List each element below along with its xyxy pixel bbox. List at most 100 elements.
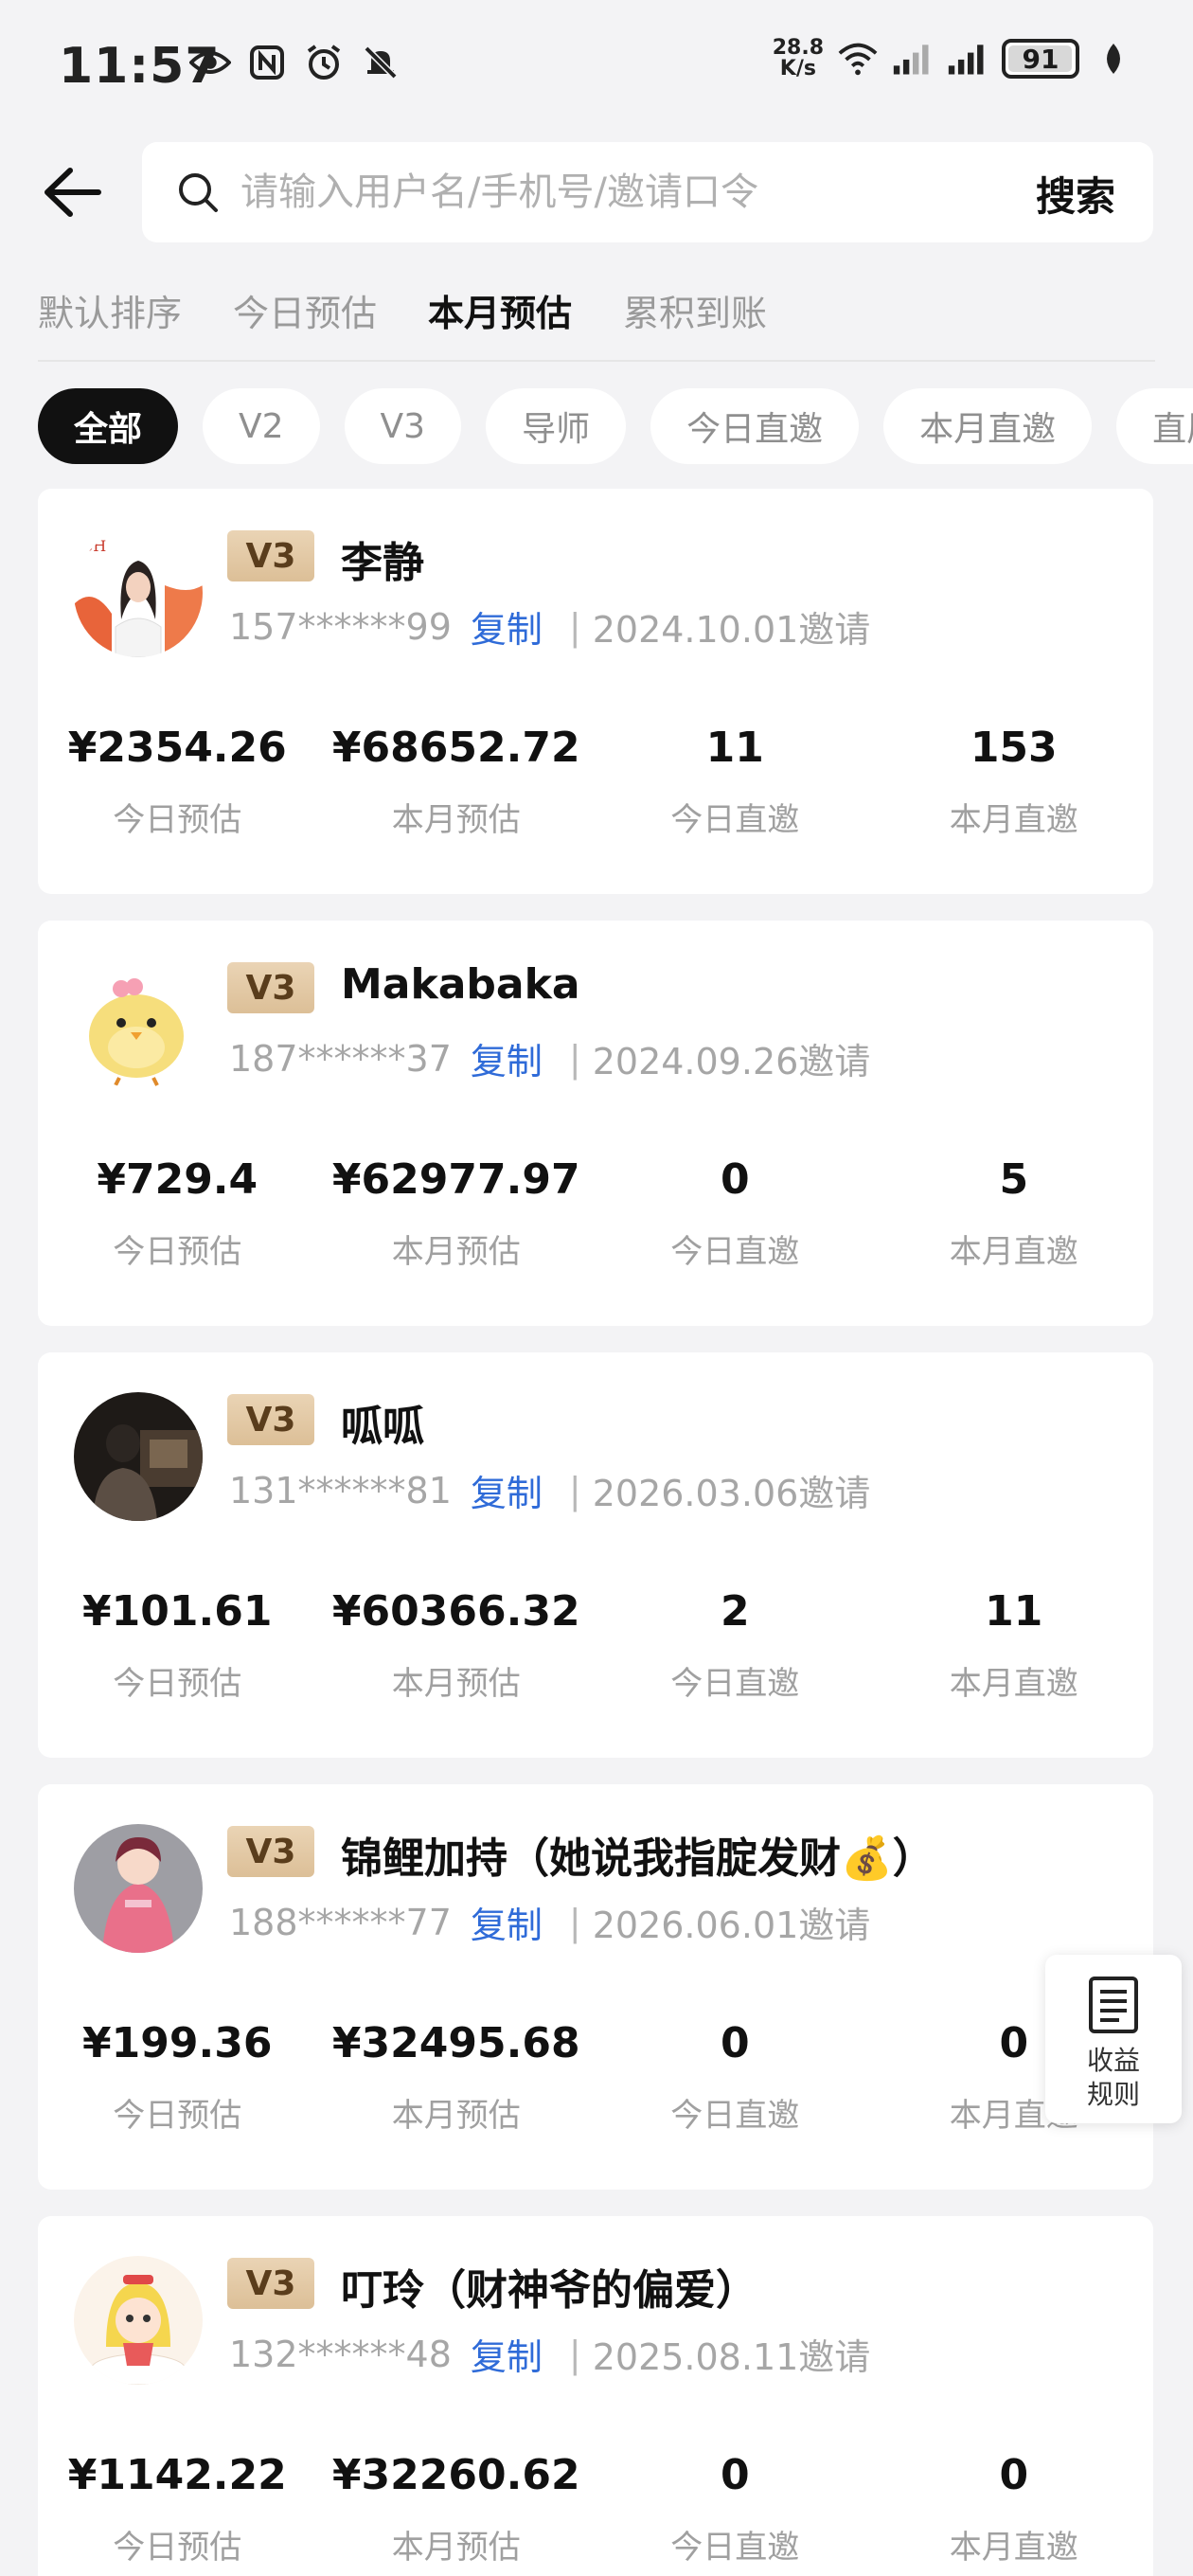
sort-tab-cumulative[interactable]: 累积到账 [623,284,767,341]
user-phone: 188******77 [229,1901,452,1943]
stat-today-estimate: ¥1142.22 今日预估 [38,2451,317,2567]
stat-label: 本月直邀 [949,1233,1078,1271]
chip-all[interactable]: 全部 [38,388,179,464]
stat-label: 今日直邀 [670,2097,800,2135]
user-name: 叮玲（财神爷的偏爱） [341,2266,757,2315]
user-phone: 187******37 [229,1037,452,1080]
stat-label: 今日预估 [113,801,242,839]
stat-label: 本月预估 [391,2097,521,2135]
sort-tab-month-estimate[interactable]: 本月预估 [428,284,572,341]
income-rules-label: 收益规则 [1086,2045,1140,2110]
search-button[interactable]: 搜索 [1036,165,1115,223]
chip-mentor[interactable]: 导师 [486,388,627,464]
stat-value: 11 [705,724,764,772]
status-icons-left [189,42,401,83]
avatar [74,1392,203,1521]
level-badge: V3 [227,2258,314,2309]
stat-today-invites: 0 今日直邀 [596,2451,875,2567]
stat-value: 0 [720,1155,750,1204]
copy-link[interactable]: 复制 [471,2328,543,2380]
stat-value: ¥32495.68 [331,2019,580,2067]
stat-month-estimate: ¥60366.32 本月预估 [317,1587,596,1704]
signal-icon [947,38,988,80]
stat-label: 本月直邀 [949,2529,1078,2567]
stat-today-estimate: ¥2354.26 今日预估 [38,724,317,840]
user-info-line: 132******48 复制 | 2025.08.11邀请 [229,2328,870,2380]
user-card[interactable]: V3 锦鲤加持（她说我指腚发财💰） 188******77 复制 | 2026.… [38,1784,1153,2190]
stats-row: ¥199.36 今日预估 ¥32495.68 本月预估 0 今日直邀 0 本月直… [38,2019,1153,2136]
income-rules-button[interactable]: 收益规则 [1045,1955,1182,2123]
stat-today-invites: 11 今日直邀 [596,724,875,840]
stat-value: 153 [970,724,1058,772]
stat-value: 0 [999,2451,1029,2499]
header: 搜索 [0,142,1193,242]
stat-month-estimate: ¥62977.97 本月预估 [317,1155,596,1272]
stat-today-invites: 0 今日直邀 [596,1155,875,1272]
leaf-icon [1093,38,1134,80]
stat-label: 今日预估 [113,2529,242,2567]
stat-label: 今日直邀 [670,1233,800,1271]
stat-value: ¥68652.72 [331,724,580,772]
copy-link[interactable]: 复制 [471,600,543,653]
separator: | [568,2333,581,2375]
avatar [74,1824,203,1953]
search-box[interactable]: 搜索 [142,142,1153,242]
alarm-icon [303,42,345,83]
avatar [74,960,203,1089]
chip-direct[interactable]: 直属 [1116,388,1193,464]
chip-v2[interactable]: V2 [203,388,320,464]
level-badge: V3 [227,962,314,1013]
stat-label: 今日预估 [113,1233,242,1271]
stat-label: 本月预估 [391,1233,521,1271]
stat-label: 今日直邀 [670,801,800,839]
avatar [74,2256,203,2385]
separator: | [568,1469,581,1512]
copy-link[interactable]: 复制 [471,1464,543,1516]
stat-value: ¥32260.62 [331,2451,580,2499]
wifi-icon [837,38,879,80]
sort-tab-default[interactable]: 默认排序 [38,284,182,341]
status-icons-right: 28.8 K/s 91 [773,38,1134,80]
user-info-line: 131******81 复制 | 2026.03.06邀请 [229,1464,870,1516]
stat-month-estimate: ¥68652.72 本月预估 [317,724,596,840]
stat-today-estimate: ¥101.61 今日预估 [38,1587,317,1704]
user-info-line: 187******37 复制 | 2024.09.26邀请 [229,1032,870,1084]
stat-label: 本月预估 [391,801,521,839]
chip-month-invites[interactable]: 本月直邀 [883,388,1093,464]
copy-link[interactable]: 复制 [471,1896,543,1948]
stats-row: ¥729.4 今日预估 ¥62977.97 本月预估 0 今日直邀 5 本月直邀 [38,1155,1153,1272]
stat-value: ¥199.36 [82,2019,273,2067]
stat-value: ¥101.61 [82,1587,273,1636]
invite-date: 2026.06.01邀请 [592,1905,871,1946]
stat-value: ¥2354.26 [67,724,287,772]
level-badge: V3 [227,1826,314,1877]
invite-date: 2026.03.06邀请 [592,1473,871,1514]
signal-icon [892,38,934,80]
document-list-icon [1089,1977,1138,2033]
user-card[interactable]: V3 叮玲（财神爷的偏爱） 132******48 复制 | 2025.08.1… [38,2216,1153,2576]
stat-label: 本月直邀 [949,1665,1078,1703]
user-name: 锦鲤加持（她说我指腚发财💰） [341,1834,935,1883]
level-badge: V3 [227,1394,314,1445]
sort-tab-today-estimate[interactable]: 今日预估 [233,284,377,341]
user-name: 李静 [341,539,424,587]
user-card[interactable]: V3 呱呱 131******81 复制 | 2026.03.06邀请 ¥101… [38,1352,1153,1758]
level-badge: V3 [227,530,314,581]
search-input[interactable] [240,165,960,220]
copy-link[interactable]: 复制 [471,1032,543,1084]
nfc-icon [246,42,288,83]
user-card[interactable]: CH V3 李静 157******99 复制 | 2024.10.01邀请 ¥… [38,489,1153,894]
user-card[interactable]: V3 Makabaka 187******37 复制 | 2024.09.26邀… [38,921,1153,1326]
separator: | [568,605,581,648]
stat-month-invites: 0 本月直邀 [875,2451,1154,2567]
status-bar: 11:57 28.8 K/s 91 [0,0,1193,133]
stat-value: 0 [720,2019,750,2067]
user-name: 呱呱 [341,1403,424,1451]
stat-month-estimate: ¥32260.62 本月预估 [317,2451,596,2567]
stat-today-estimate: ¥199.36 今日预估 [38,2019,317,2136]
stat-month-estimate: ¥32495.68 本月预估 [317,2019,596,2136]
net-speed: 28.8 K/s [772,36,824,80]
back-button[interactable] [34,161,110,224]
chip-today-invites[interactable]: 今日直邀 [650,388,860,464]
chip-v3[interactable]: V3 [344,388,462,464]
